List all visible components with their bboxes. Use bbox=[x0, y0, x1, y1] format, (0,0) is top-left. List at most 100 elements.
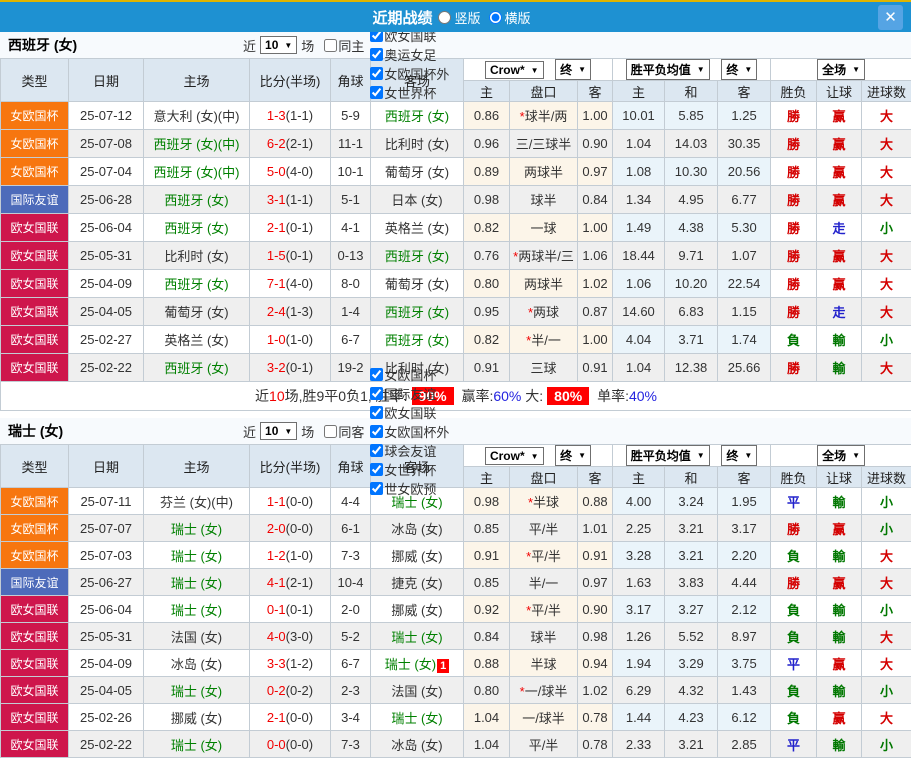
league-filter[interactable]: 欧女国联 bbox=[368, 403, 449, 422]
bookmaker-select[interactable]: Crow*▼ bbox=[485, 447, 544, 465]
avg-away-odds: 3.75 bbox=[718, 650, 771, 677]
result-goals: 大 bbox=[862, 623, 911, 650]
crow-handicap: *半/一 bbox=[510, 326, 578, 354]
odds-time-select[interactable]: 终▼ bbox=[555, 59, 591, 80]
result-winloss: 勝 bbox=[771, 158, 817, 186]
recent-count-select[interactable]: 10▼ bbox=[260, 422, 297, 440]
result-winloss: 勝 bbox=[771, 354, 817, 382]
avg-away-odds: 22.54 bbox=[718, 270, 771, 298]
same-venue-filter[interactable]: 同主 bbox=[322, 36, 364, 55]
league-checkbox[interactable] bbox=[370, 48, 383, 61]
avg-home-odds: 1.34 bbox=[613, 186, 665, 214]
result-winloss: 勝 bbox=[771, 242, 817, 270]
league-checkbox[interactable] bbox=[370, 368, 383, 381]
match-score: 0-0(0-0) bbox=[250, 731, 331, 758]
vertical-radio[interactable] bbox=[438, 11, 451, 24]
corner-score: 6-7 bbox=[331, 650, 371, 677]
section-header-switzerland: 瑞士 (女) 近 10▼ 场 同客 女欧国杯国际友谊欧女国联女欧国杯外球会友谊女… bbox=[0, 418, 911, 444]
scope-select[interactable]: 全场▼ bbox=[817, 445, 865, 466]
league-checkbox[interactable] bbox=[370, 406, 383, 419]
match-score: 6-2(2-1) bbox=[250, 130, 331, 158]
away-team: 瑞士 (女)1 bbox=[371, 650, 464, 677]
league-filter[interactable]: 国际友谊 bbox=[368, 384, 449, 403]
match-date: 25-04-09 bbox=[69, 270, 144, 298]
home-team: 西班牙 (女) bbox=[144, 186, 250, 214]
avg-home-odds: 1.44 bbox=[613, 704, 665, 731]
layout-option-horizontal[interactable]: 横版 bbox=[489, 8, 531, 27]
match-score: 2-4(1-3) bbox=[250, 298, 331, 326]
bookmaker-select[interactable]: Crow*▼ bbox=[485, 61, 544, 79]
same-venue-filter[interactable]: 同客 bbox=[322, 422, 364, 441]
crow-home-odds: 1.04 bbox=[464, 704, 510, 731]
crow-away-odds: 1.01 bbox=[578, 515, 613, 542]
league-filter[interactable]: 女欧国杯 bbox=[368, 365, 449, 384]
avg-home-odds: 4.04 bbox=[613, 326, 665, 354]
match-date: 25-05-31 bbox=[69, 623, 144, 650]
odds-time-select[interactable]: 终▼ bbox=[555, 445, 591, 466]
crow-home-odds: 0.76 bbox=[464, 242, 510, 270]
avg-time-select[interactable]: 终▼ bbox=[721, 445, 757, 466]
avg-group-header: 胜平负均值▼ 终▼ bbox=[613, 445, 771, 467]
match-row: 女欧国杯25-07-04西班牙 (女)(中)5-0(4-0)10-1葡萄牙 (女… bbox=[1, 158, 911, 186]
league-checkbox[interactable] bbox=[370, 425, 383, 438]
crow-home-odds: 0.92 bbox=[464, 596, 510, 623]
dialog-titlebar: 近期战绩 竖版 横版 ✕ bbox=[0, 0, 911, 32]
league-filter[interactable]: 女欧国杯外 bbox=[368, 422, 449, 441]
crow-handicap: *平/半 bbox=[510, 542, 578, 569]
away-team: 日本 (女) bbox=[371, 186, 464, 214]
corner-score: 1-4 bbox=[331, 298, 371, 326]
result-winloss: 勝 bbox=[771, 214, 817, 242]
result-winloss: 勝 bbox=[771, 186, 817, 214]
away-team: 冰岛 (女) bbox=[371, 731, 464, 758]
avg-draw-odds: 14.03 bbox=[665, 130, 718, 158]
col-winloss: 胜负 bbox=[771, 81, 817, 102]
crow-away-odds: 0.87 bbox=[578, 298, 613, 326]
crow-home-odds: 0.82 bbox=[464, 326, 510, 354]
result-winloss: 負 bbox=[771, 704, 817, 731]
league-checkbox[interactable] bbox=[370, 444, 383, 457]
avg-home-odds: 3.28 bbox=[613, 542, 665, 569]
away-team: 英格兰 (女) bbox=[371, 214, 464, 242]
avg-select[interactable]: 胜平负均值▼ bbox=[626, 59, 710, 80]
result-winloss: 負 bbox=[771, 542, 817, 569]
corner-score: 3-4 bbox=[331, 704, 371, 731]
match-date: 25-07-04 bbox=[69, 158, 144, 186]
league-checkbox[interactable] bbox=[370, 86, 383, 99]
match-row: 欧女国联25-02-22西班牙 (女)3-2(0-1)19-2比利时 (女)0.… bbox=[1, 354, 911, 382]
filter-bar: 近 10▼ 场 同客 女欧国杯国际友谊欧女国联女欧国杯外球会友谊女世界杯世女欧预 bbox=[243, 365, 449, 498]
horizontal-radio[interactable] bbox=[489, 11, 502, 24]
scope-select[interactable]: 全场▼ bbox=[817, 59, 865, 80]
chevron-down-icon: ▼ bbox=[744, 65, 752, 74]
crow-away-odds: 0.97 bbox=[578, 158, 613, 186]
away-team: 挪威 (女) bbox=[371, 596, 464, 623]
league-badge: 国际友谊 bbox=[1, 569, 69, 596]
match-score: 3-3(1-2) bbox=[250, 650, 331, 677]
crow-handicap: *两球半/三 bbox=[510, 242, 578, 270]
league-checkbox[interactable] bbox=[370, 482, 383, 495]
corner-score: 5-1 bbox=[331, 186, 371, 214]
col-handicap: 盘口 bbox=[510, 467, 578, 488]
league-checkbox[interactable] bbox=[370, 463, 383, 476]
avg-draw-odds: 4.38 bbox=[665, 214, 718, 242]
league-badge: 女欧国杯 bbox=[1, 542, 69, 569]
chevron-down-icon: ▼ bbox=[531, 66, 539, 75]
close-icon[interactable]: ✕ bbox=[878, 5, 903, 30]
avg-away-odds: 2.20 bbox=[718, 542, 771, 569]
avg-select[interactable]: 胜平负均值▼ bbox=[626, 445, 710, 466]
league-filter[interactable]: 奥运女足 bbox=[368, 45, 449, 64]
corner-score: 2-0 bbox=[331, 596, 371, 623]
match-score: 5-0(4-0) bbox=[250, 158, 331, 186]
same-venue-checkbox[interactable] bbox=[324, 39, 337, 52]
layout-option-vertical[interactable]: 竖版 bbox=[438, 8, 480, 27]
league-checkbox[interactable] bbox=[370, 387, 383, 400]
result-goals: 小 bbox=[862, 677, 911, 704]
same-venue-checkbox[interactable] bbox=[324, 425, 337, 438]
crow-away-odds: 0.88 bbox=[578, 488, 613, 515]
recent-count-select[interactable]: 10▼ bbox=[260, 36, 297, 54]
col-avg-away: 客 bbox=[718, 467, 771, 488]
avg-time-select[interactable]: 终▼ bbox=[721, 59, 757, 80]
league-checkbox[interactable] bbox=[370, 67, 383, 80]
summary-row: 近10场,胜9平0负1, 胜率:90% 赢率:60% 大:80% 单率:40% bbox=[1, 382, 911, 411]
home-team: 意大利 (女)(中) bbox=[144, 102, 250, 130]
corner-score: 11-1 bbox=[331, 130, 371, 158]
